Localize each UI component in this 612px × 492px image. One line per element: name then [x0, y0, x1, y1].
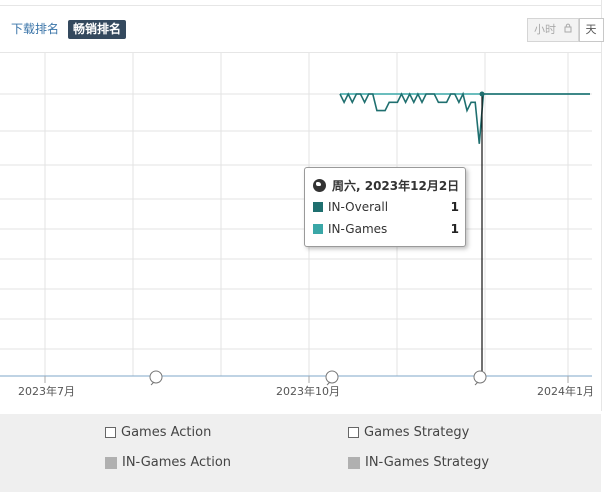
right-border [601, 0, 602, 411]
daily-button[interactable]: 天 [578, 18, 604, 42]
legend-item-games-strategy[interactable]: Games Strategy [348, 425, 469, 440]
tooltip-series-value: 1 [450, 200, 459, 214]
series-swatch [313, 224, 323, 234]
event-marker [473, 370, 487, 384]
chart-legend: Games Action Games Strategy IN-Games Act… [0, 414, 601, 492]
event-marker [149, 370, 163, 384]
checkbox[interactable] [348, 427, 359, 438]
event-marker [325, 370, 339, 384]
tooltip-header: 周六, 2023年12月2日 [313, 177, 459, 194]
x-tick-label: 2023年10月 [276, 385, 340, 398]
globe-icon [313, 179, 326, 192]
legend-label: IN-Games Strategy [365, 455, 490, 470]
legend-label: Games Strategy [364, 425, 470, 440]
lock-icon [564, 19, 572, 41]
x-tick-label: 2024年1月 [537, 385, 594, 398]
series-swatch [313, 202, 323, 212]
chart-series [339, 91, 590, 144]
legend-item-in-games-strategy[interactable]: IN-Games Strategy [348, 455, 489, 470]
legend-label: IN-Games Action [122, 455, 232, 470]
series-swatch [348, 456, 360, 469]
series-line [339, 91, 590, 144]
checkbox[interactable] [105, 427, 116, 438]
hourly-button[interactable]: 小时 [527, 18, 579, 42]
top-border [0, 5, 601, 6]
chart-grid [0, 53, 592, 383]
legend-item-games-action[interactable]: Games Action [105, 425, 211, 440]
tooltip-row: IN-Overall 1 [313, 200, 459, 214]
tab-grossing-rank[interactable]: 畅销排名 [68, 20, 127, 39]
legend-item-in-games-action[interactable]: IN-Games Action [105, 455, 231, 470]
tab-downloads-rank[interactable]: 下载排名 [6, 20, 64, 39]
tooltip-series-name: IN-Overall [328, 200, 389, 214]
ranking-tabs: 下载排名 畅销排名 [6, 20, 127, 39]
legend-label: Games Action [121, 425, 212, 440]
crosshair-point [479, 91, 485, 97]
tooltip-date: 周六, 2023年12月2日 [332, 179, 460, 193]
granularity-toggle: 小时 天 [527, 18, 604, 42]
chart-tooltip: 周六, 2023年12月2日 IN-Overall 1 IN-Games 1 [304, 167, 466, 247]
rank-chart[interactable] [0, 53, 601, 414]
tooltip-series-name: IN-Games [328, 222, 388, 236]
hourly-label: 小时 [534, 23, 556, 36]
tooltip-row: IN-Games 1 [313, 222, 459, 236]
x-tick-label: 2023年7月 [18, 385, 75, 398]
tooltip-series-value: 1 [450, 222, 459, 236]
series-swatch [105, 456, 117, 469]
